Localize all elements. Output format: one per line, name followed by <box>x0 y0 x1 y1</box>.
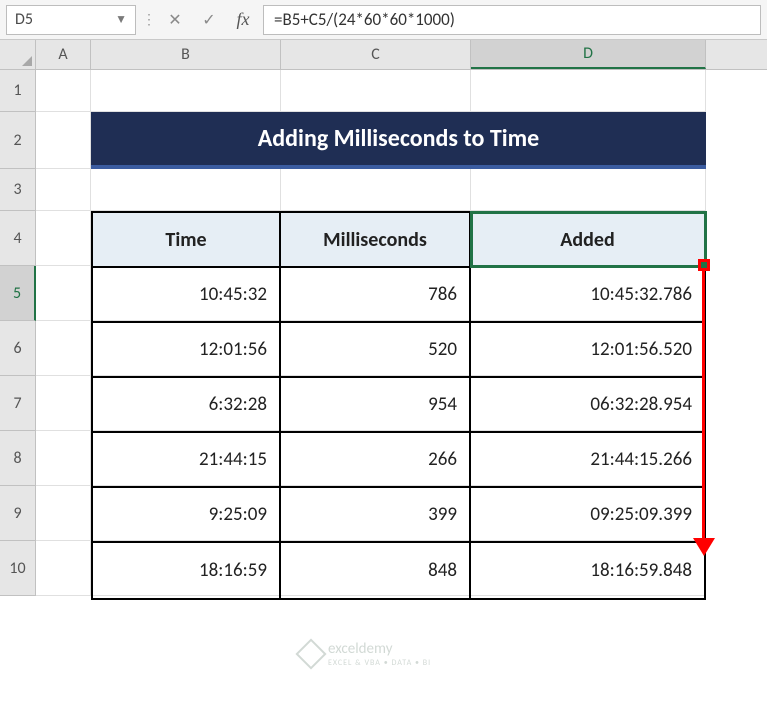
cell[interactable] <box>36 211 91 266</box>
select-all-corner[interactable] <box>0 40 36 69</box>
drag-arrow-icon <box>702 270 705 540</box>
row-header-7[interactable]: 7 <box>0 376 36 431</box>
cell[interactable] <box>471 169 706 211</box>
cell-added[interactable]: 12:01:56.520 <box>471 323 704 378</box>
cell-ms[interactable]: 848 <box>281 543 471 598</box>
row-header-5[interactable]: 5 <box>0 266 36 321</box>
watermark-tag: EXCEL & VBA • DATA • BI <box>328 658 431 668</box>
row-header-2[interactable]: 2 <box>0 112 36 169</box>
cell-time[interactable]: 10:45:32 <box>93 268 281 323</box>
cell-ms[interactable]: 786 <box>281 268 471 323</box>
cell-time[interactable]: 12:01:56 <box>93 323 281 378</box>
cell[interactable] <box>471 70 706 112</box>
cell[interactable] <box>281 169 471 211</box>
table-row: 10:45:32 786 10:45:32.786 <box>93 268 704 323</box>
fx-icon[interactable]: fx <box>229 6 257 34</box>
cell[interactable] <box>36 266 91 321</box>
cell-ms[interactable]: 520 <box>281 323 471 378</box>
cells-area: Adding Milliseconds to Time Time Millise… <box>36 70 706 596</box>
cell-added[interactable]: 06:32:28.954 <box>471 378 704 433</box>
row-header-4[interactable]: 4 <box>0 211 36 266</box>
row-header-9[interactable]: 9 <box>0 486 36 541</box>
cell[interactable] <box>36 70 91 112</box>
watermark: exceldemy EXCEL & VBA • DATA • BI <box>300 640 431 668</box>
data-table: Time Milliseconds Added 10:45:32 786 10:… <box>91 211 706 600</box>
formula-bar: D5 ▼ ⋮ ✕ ✓ fx =B5+C5/(24*60*60*1000) <box>0 0 767 40</box>
row-header-10[interactable]: 10 <box>0 541 36 596</box>
cell-time[interactable]: 18:16:59 <box>93 543 281 598</box>
row-header-3[interactable]: 3 <box>0 169 36 211</box>
cell[interactable] <box>91 70 281 112</box>
cancel-icon[interactable]: ✕ <box>161 6 189 34</box>
cell-ms[interactable]: 266 <box>281 433 471 488</box>
header-added[interactable]: Added <box>471 213 704 268</box>
column-header-row: A B C D <box>0 40 767 70</box>
row-headers: 1 2 3 4 5 6 7 8 9 10 <box>0 70 36 596</box>
cell[interactable] <box>36 321 91 376</box>
page-title: Adding Milliseconds to Time <box>91 112 706 169</box>
header-time[interactable]: Time <box>93 213 281 268</box>
formula-text: =B5+C5/(24*60*60*1000) <box>274 9 455 30</box>
cell-time[interactable]: 6:32:28 <box>93 378 281 433</box>
table-row: 9:25:09 399 09:25:09.399 <box>93 488 704 543</box>
col-header-D[interactable]: D <box>471 40 706 69</box>
cell[interactable] <box>281 70 471 112</box>
cell-added[interactable]: 21:44:15.266 <box>471 433 704 488</box>
table-row: 6:32:28 954 06:32:28.954 <box>93 378 704 433</box>
cell[interactable] <box>36 376 91 431</box>
cell[interactable] <box>36 431 91 486</box>
watermark-brand: exceldemy <box>328 640 392 658</box>
table-row: 12:01:56 520 12:01:56.520 <box>93 323 704 378</box>
logo-icon <box>295 638 326 669</box>
divider-icon: ⋮ <box>142 11 155 28</box>
cell-ms[interactable]: 399 <box>281 488 471 543</box>
name-box-value: D5 <box>15 10 33 29</box>
cell-added[interactable]: 10:45:32.786 <box>471 268 704 323</box>
cell[interactable] <box>36 169 91 211</box>
enter-icon[interactable]: ✓ <box>195 6 223 34</box>
cell[interactable] <box>36 541 91 596</box>
grid: 1 2 3 4 5 6 7 8 9 10 Adding Milliseconds… <box>0 70 767 596</box>
cell-time[interactable]: 9:25:09 <box>93 488 281 543</box>
formula-input[interactable]: =B5+C5/(24*60*60*1000) <box>263 5 761 35</box>
table-row: 18:16:59 848 18:16:59.848 <box>93 543 704 598</box>
header-ms[interactable]: Milliseconds <box>281 213 471 268</box>
col-header-A[interactable]: A <box>36 40 91 69</box>
row-header-8[interactable]: 8 <box>0 431 36 486</box>
row-header-1[interactable]: 1 <box>0 70 36 112</box>
cell-added[interactable]: 09:25:09.399 <box>471 488 704 543</box>
col-header-C[interactable]: C <box>281 40 471 69</box>
table-row: 21:44:15 266 21:44:15.266 <box>93 433 704 488</box>
row-header-6[interactable]: 6 <box>0 321 36 376</box>
cell-added[interactable]: 18:16:59.848 <box>471 543 704 598</box>
cell[interactable] <box>36 112 91 169</box>
cell-ms[interactable]: 954 <box>281 378 471 433</box>
name-box[interactable]: D5 ▼ <box>6 5 136 35</box>
cell[interactable] <box>91 169 281 211</box>
chevron-down-icon[interactable]: ▼ <box>115 12 127 27</box>
cell[interactable] <box>36 486 91 541</box>
col-header-B[interactable]: B <box>91 40 281 69</box>
cell-time[interactable]: 21:44:15 <box>93 433 281 488</box>
